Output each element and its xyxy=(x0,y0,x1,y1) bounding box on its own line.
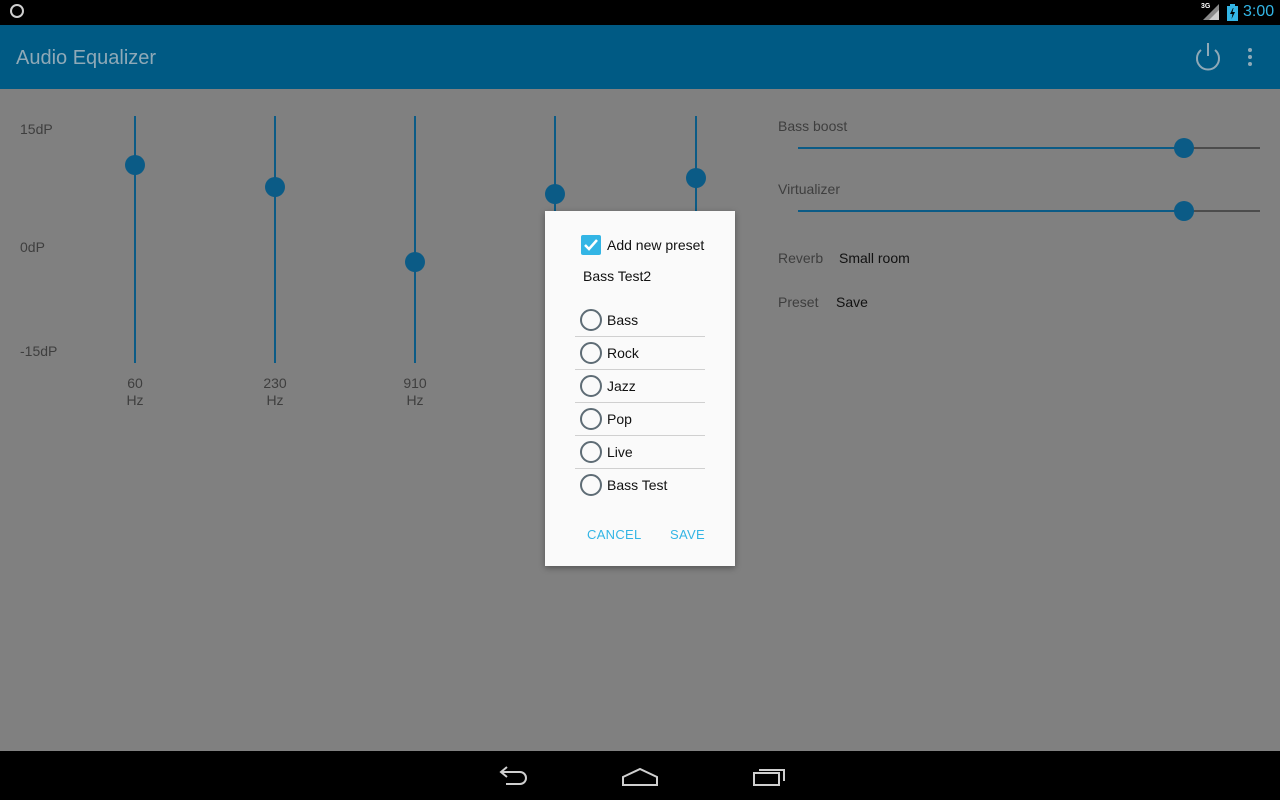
slider-track xyxy=(1183,210,1260,212)
slider-filled-track xyxy=(798,147,1184,149)
preset-option-bass[interactable]: Bass xyxy=(575,304,705,337)
overflow-menu-icon xyxy=(1240,48,1260,66)
band-track xyxy=(274,116,276,363)
bass-boost-label: Bass boost xyxy=(778,118,848,134)
eq-band-1[interactable]: 230 Hz xyxy=(255,116,295,416)
network-type: 3G xyxy=(1201,3,1211,10)
status-bar: 3G 3:00 xyxy=(0,0,1280,25)
save-preset-dialog: Add new preset Bass Test2 Bass Rock Jazz… xyxy=(545,211,735,566)
preset-option-label: Bass Test xyxy=(607,477,668,493)
band-frequency: 230 xyxy=(263,375,287,391)
reverb-selector[interactable]: Small room xyxy=(839,250,910,266)
band-frequency: 60 xyxy=(127,375,143,391)
eq-band-0[interactable]: 60 Hz xyxy=(115,116,155,416)
db-label-zero: 0dP xyxy=(20,239,45,255)
preset-option-label: Rock xyxy=(607,345,639,361)
preset-option-rock[interactable]: Rock xyxy=(575,337,705,370)
band-frequency: 910 xyxy=(403,375,427,391)
band-thumb[interactable] xyxy=(265,177,285,198)
band-label: 230 Hz xyxy=(235,375,315,409)
action-bar: Audio Equalizer xyxy=(0,25,1280,89)
preset-option-live[interactable]: Live xyxy=(575,436,705,469)
slider-thumb[interactable] xyxy=(1173,138,1194,158)
slider-filled-track xyxy=(798,210,1184,212)
home-icon xyxy=(622,767,658,786)
back-button[interactable] xyxy=(492,761,532,791)
db-label-max: 15dP xyxy=(20,121,53,137)
power-icon xyxy=(1196,43,1220,71)
band-thumb[interactable] xyxy=(125,154,145,175)
preset-name-field[interactable]: Bass Test2 xyxy=(583,268,651,284)
preset-option-bass-test[interactable]: Bass Test xyxy=(575,469,705,502)
slider-track xyxy=(1183,147,1260,149)
virtualizer-label: Virtualizer xyxy=(778,181,840,197)
band-unit: Hz xyxy=(266,392,284,408)
preset-option-jazz[interactable]: Jazz xyxy=(575,370,705,403)
recents-button[interactable] xyxy=(749,761,789,791)
save-button[interactable]: SAVE xyxy=(670,527,705,542)
radio-button[interactable] xyxy=(580,441,602,463)
preset-selector[interactable]: Save xyxy=(836,294,868,310)
recents-icon xyxy=(753,769,785,786)
cancel-button[interactable]: CANCEL xyxy=(587,527,642,542)
back-icon xyxy=(499,766,527,785)
app-title: Audio Equalizer xyxy=(16,47,157,69)
band-track xyxy=(414,116,416,363)
band-thumb[interactable] xyxy=(405,252,425,273)
reverb-label: Reverb xyxy=(778,250,824,266)
band-track xyxy=(134,116,136,363)
overflow-menu-button[interactable] xyxy=(1240,45,1260,71)
radio-button[interactable] xyxy=(580,408,602,430)
checkmark-icon xyxy=(584,239,598,251)
eq-band-2[interactable]: 910 Hz xyxy=(395,116,435,416)
radio-button[interactable] xyxy=(580,375,602,397)
preset-label: Preset xyxy=(778,294,819,310)
preset-option-label: Jazz xyxy=(607,378,636,394)
radio-button[interactable] xyxy=(580,342,602,364)
db-label-min: -15dP xyxy=(20,343,58,359)
add-new-preset-label: Add new preset xyxy=(607,237,705,253)
preset-option-label: Pop xyxy=(607,411,632,427)
band-unit: Hz xyxy=(406,392,424,408)
band-unit: Hz xyxy=(126,392,144,408)
home-button[interactable] xyxy=(620,761,660,791)
radio-button[interactable] xyxy=(580,474,602,496)
virtualizer-slider[interactable] xyxy=(798,201,1260,221)
radio-button[interactable] xyxy=(580,309,602,331)
band-label: 60 Hz xyxy=(95,375,175,409)
preset-list: Bass Rock Jazz Pop Live Bass Test xyxy=(575,304,705,502)
power-button[interactable] xyxy=(1192,41,1224,75)
battery-icon xyxy=(1227,4,1238,21)
add-new-preset-checkbox[interactable] xyxy=(581,235,601,255)
slider-thumb[interactable] xyxy=(1173,201,1194,221)
band-label: 910 Hz xyxy=(375,375,455,409)
preset-option-label: Bass xyxy=(607,312,639,328)
band-thumb[interactable] xyxy=(686,168,706,189)
preset-option-label: Live xyxy=(607,444,633,460)
clock: 3:00 xyxy=(1243,3,1275,20)
preset-option-pop[interactable]: Pop xyxy=(575,403,705,436)
navigation-bar xyxy=(0,751,1280,800)
bass-boost-slider[interactable] xyxy=(798,138,1260,158)
notification-icon xyxy=(10,4,24,18)
band-thumb[interactable] xyxy=(545,184,565,205)
